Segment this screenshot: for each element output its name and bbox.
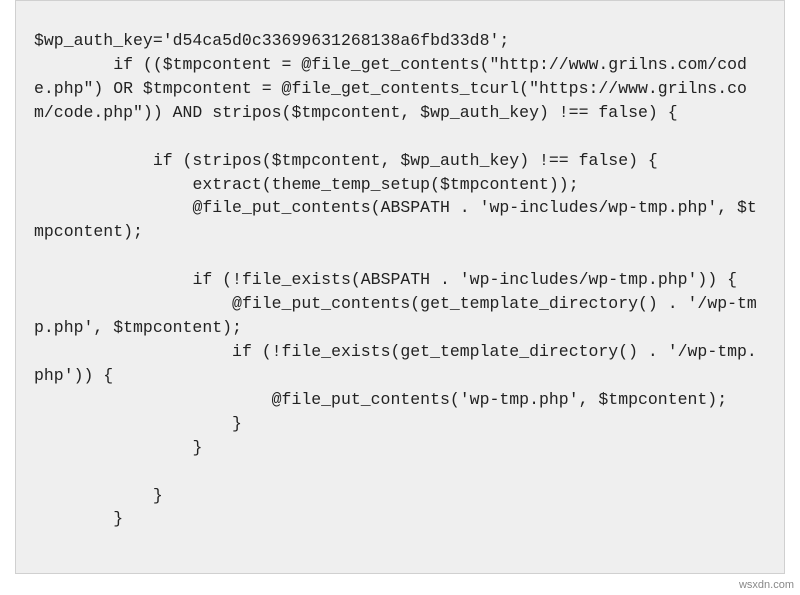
code-text: $wp_auth_key='d54ca5d0c33699631268138a6f… [34, 29, 766, 531]
code-block: $wp_auth_key='d54ca5d0c33699631268138a6f… [15, 0, 785, 574]
watermark: wsxdn.com [739, 579, 794, 591]
